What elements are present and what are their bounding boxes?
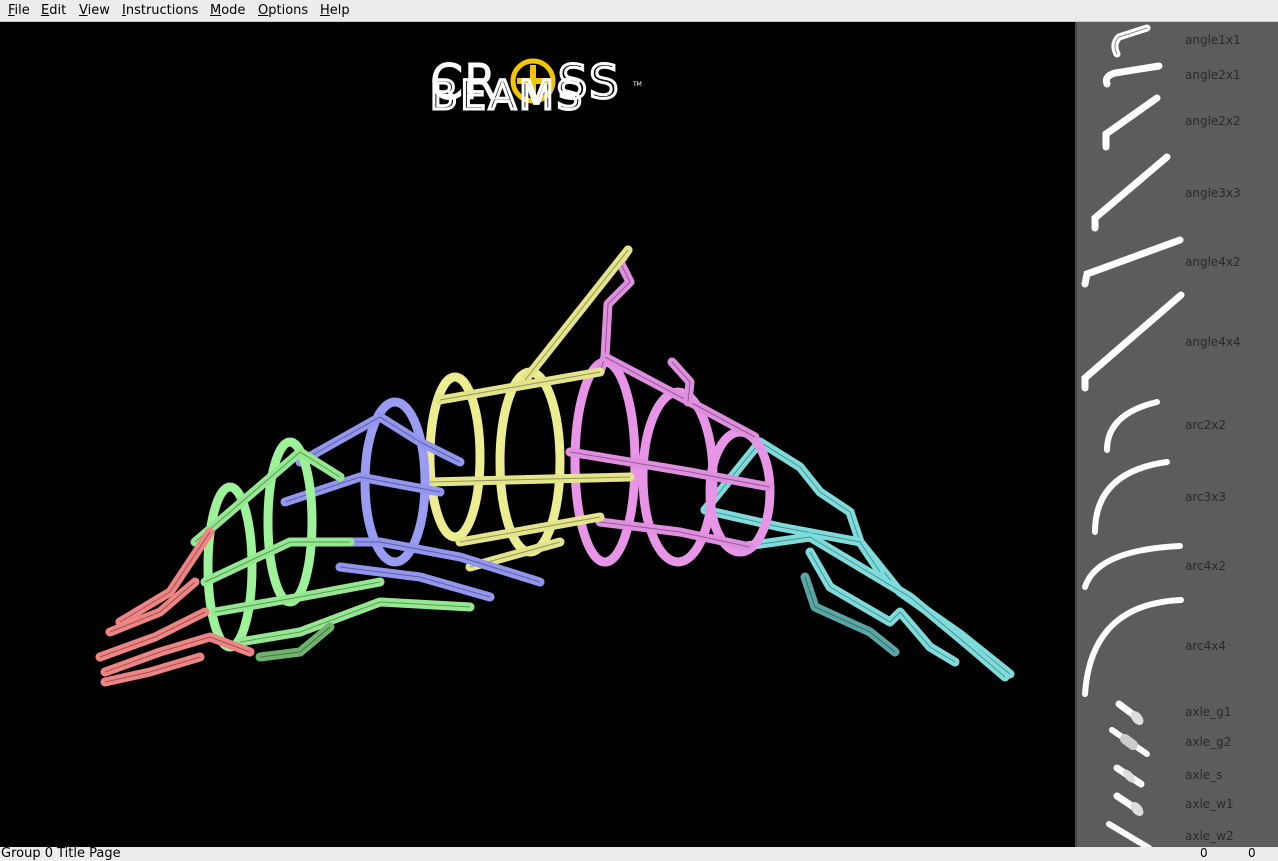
3d-viewport[interactable]: CR SS BEAMS TM: [0, 22, 1075, 847]
status-coord-y: 0: [1248, 846, 1256, 860]
axle-piece-icon[interactable]: [1115, 700, 1146, 727]
angle-piece-icon[interactable]: [1091, 153, 1171, 232]
axle-piece-icon[interactable]: [1113, 764, 1145, 788]
part-label-arc2x2[interactable]: arc2x2: [1185, 418, 1226, 432]
menu-help[interactable]: Help: [320, 3, 350, 19]
status-text: Group 0 Title Page: [1, 846, 121, 861]
status-bar: Group 0 Title Page 0 0: [0, 846, 1278, 861]
axle-piece-icon[interactable]: [1113, 792, 1146, 818]
part-label-arc3x3[interactable]: arc3x3: [1185, 490, 1226, 504]
arc-piece-icon[interactable]: [1082, 597, 1184, 697]
part-label-angle2x1[interactable]: angle2x1: [1185, 68, 1241, 82]
angle-piece-icon[interactable]: [1111, 24, 1151, 58]
part-label-axle-g1[interactable]: axle_g1: [1185, 705, 1231, 719]
angle-piece-icon[interactable]: [1102, 62, 1163, 88]
arc-piece-icon[interactable]: [1104, 399, 1160, 453]
part-label-angle4x4[interactable]: angle4x4: [1185, 335, 1241, 349]
part-label-angle4x2[interactable]: angle4x2: [1185, 255, 1241, 269]
part-label-angle3x3[interactable]: angle3x3: [1185, 186, 1241, 200]
part-label-arc4x2[interactable]: arc4x2: [1185, 559, 1226, 573]
arc-piece-icon[interactable]: [1082, 543, 1183, 590]
angle-piece-icon[interactable]: [1102, 94, 1161, 151]
part-label-angle1x1[interactable]: angle1x1: [1185, 33, 1241, 47]
logo-line2: BEAMS: [430, 73, 585, 119]
axle-piece-icon[interactable]: [1109, 727, 1150, 757]
part-label-axle-s[interactable]: axle_s: [1185, 768, 1222, 782]
part-label-axle-w1[interactable]: axle_w1: [1185, 797, 1234, 811]
part-label-arc4x4[interactable]: arc4x4: [1185, 639, 1226, 653]
parts-icons: [1081, 24, 1185, 847]
menu-instructions[interactable]: Instructions: [122, 3, 198, 19]
status-coord-x: 0: [1200, 846, 1208, 860]
arc-piece-icon[interactable]: [1092, 459, 1170, 535]
viewport-canvas[interactable]: CR SS BEAMS TM: [0, 22, 1075, 847]
menu-edit[interactable]: Edit: [41, 3, 66, 19]
angle-piece-icon[interactable]: [1081, 236, 1184, 288]
menu-mode[interactable]: Mode: [210, 3, 245, 19]
parts-palette: angle1x1 angle2x1 angle2x2 angle3x3 angl…: [1075, 22, 1278, 847]
menu-view[interactable]: View: [79, 3, 110, 19]
logo-tm: TM: [632, 81, 642, 88]
menu-bar: File Edit View Instructions Mode Options…: [0, 0, 1278, 22]
part-label-axle-w2[interactable]: axle_w2: [1185, 829, 1234, 843]
angle-piece-icon[interactable]: [1081, 291, 1185, 392]
dolphin-model[interactable]: [95, 245, 1015, 687]
axle-piece-icon[interactable]: [1106, 821, 1152, 847]
menu-options[interactable]: Options: [258, 3, 308, 19]
part-label-angle2x2[interactable]: angle2x2: [1185, 114, 1241, 128]
part-label-axle-g2[interactable]: axle_g2: [1185, 735, 1231, 749]
menu-file[interactable]: File: [8, 3, 30, 19]
crossbeams-logo: CR SS BEAMS TM: [429, 54, 642, 121]
